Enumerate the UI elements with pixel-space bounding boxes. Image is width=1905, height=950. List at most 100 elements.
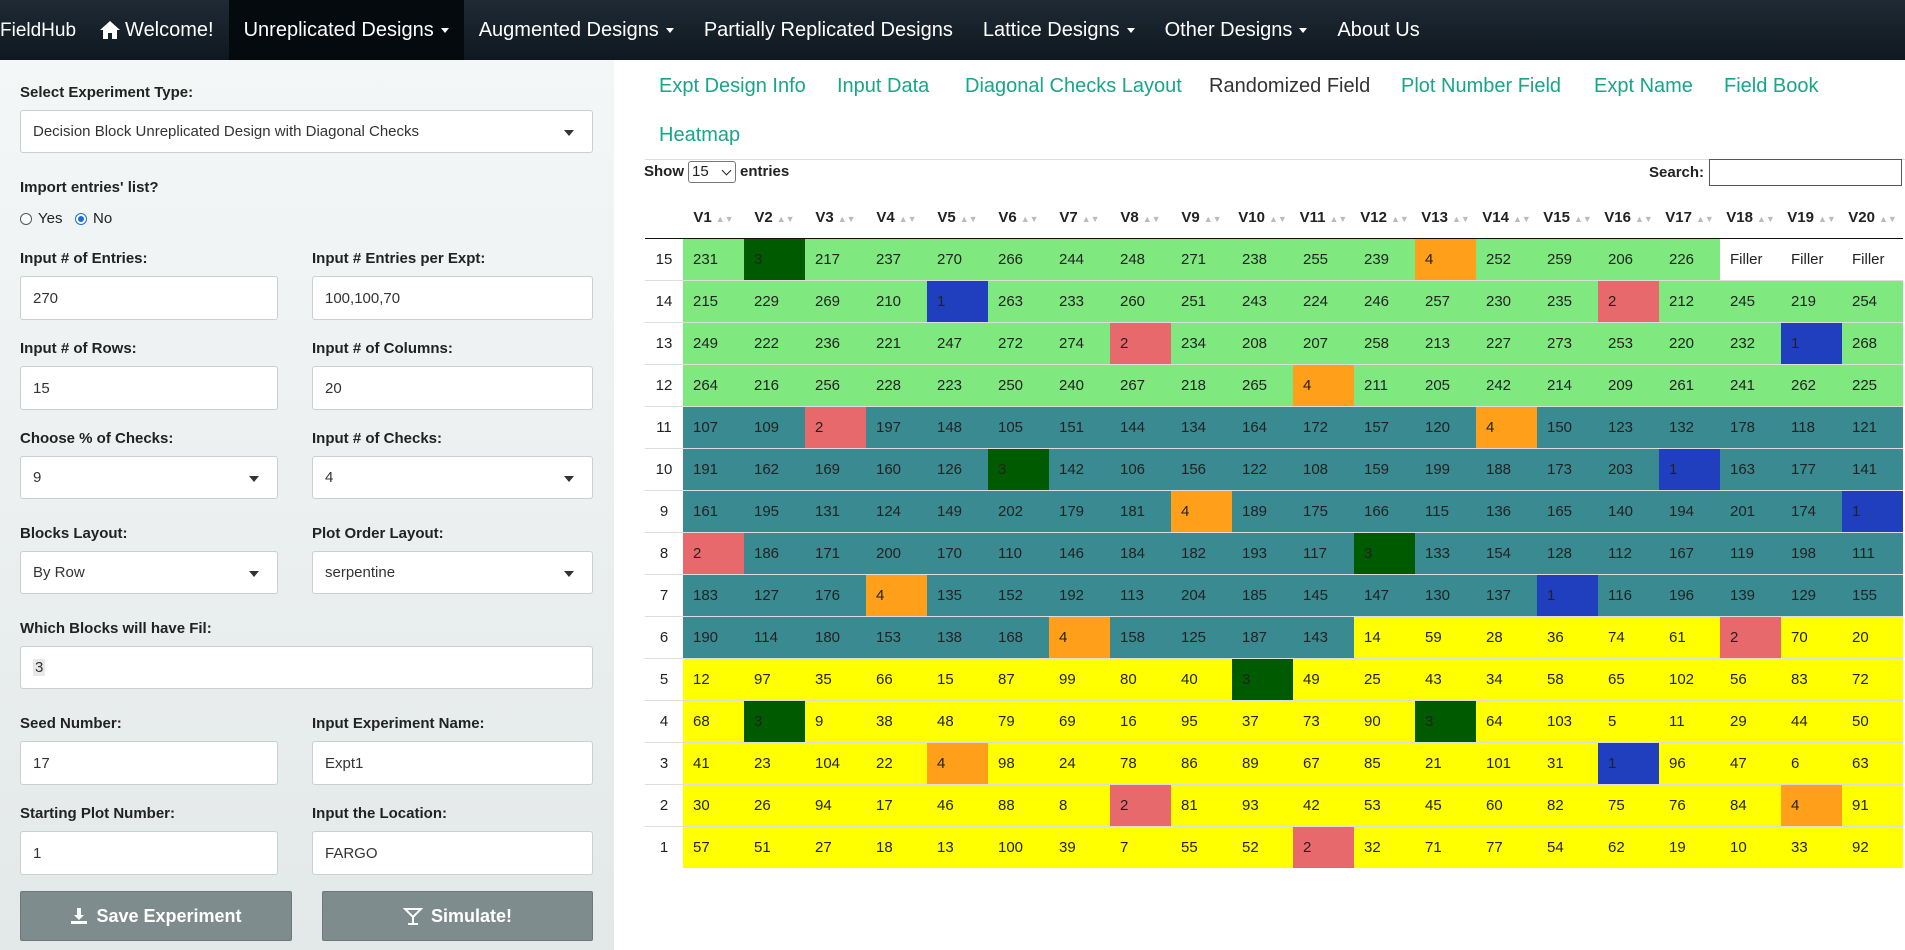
table-cell[interactable]: 237 [866,238,927,281]
table-cell[interactable]: 185 [1232,574,1293,617]
table-cell[interactable]: 14 [1354,616,1415,659]
column-header-v14[interactable]: V14 ▲▼ [1476,196,1537,239]
columns-input[interactable]: 20 [312,366,593,410]
table-cell[interactable]: 229 [744,280,805,323]
table-cell[interactable]: 174 [1781,490,1842,533]
table-cell[interactable]: 199 [1415,448,1476,491]
table-cell[interactable]: 194 [1659,490,1720,533]
search-input[interactable] [1709,159,1902,186]
table-cell[interactable]: 219 [1781,280,1842,323]
table-cell[interactable]: 195 [744,490,805,533]
table-cell[interactable]: 167 [1659,532,1720,575]
table-cell[interactable]: 207 [1293,322,1354,365]
table-cell[interactable]: 29 [1720,700,1781,743]
table-cell[interactable]: 142 [1049,448,1110,491]
table-cell[interactable]: 189 [1232,490,1293,533]
table-cell[interactable]: 72 [1842,658,1903,701]
seed-input[interactable]: 17 [20,741,278,785]
table-cell[interactable]: 239 [1354,238,1415,281]
table-cell[interactable]: 73 [1293,700,1354,743]
table-cell[interactable]: 89 [1232,742,1293,785]
table-cell[interactable]: 91 [1842,784,1903,827]
table-cell[interactable]: 92 [1842,826,1903,868]
table-cell[interactable]: 45 [1415,784,1476,827]
table-cell[interactable]: 137 [1476,574,1537,617]
table-cell[interactable]: 261 [1659,364,1720,407]
table-cell[interactable]: 263 [988,280,1049,323]
table-cell[interactable]: 249 [683,322,744,365]
table-cell[interactable]: 28 [1476,616,1537,659]
table-cell[interactable]: 240 [1049,364,1110,407]
table-cell[interactable]: 4 [1049,616,1110,659]
table-cell[interactable]: 99 [1049,658,1110,701]
table-cell[interactable]: 169 [805,448,866,491]
column-header-v4[interactable]: V4 ▲▼ [866,196,927,239]
table-cell[interactable]: 41 [683,742,744,785]
table-cell[interactable]: 256 [805,364,866,407]
table-cell[interactable]: 21 [1415,742,1476,785]
tab-heatmap[interactable]: Heatmap [659,124,740,147]
table-cell[interactable]: 64 [1476,700,1537,743]
table-cell[interactable]: 79 [988,700,1049,743]
experiment-type-select[interactable]: Decision Block Unreplicated Design with … [20,110,593,153]
table-cell[interactable]: 2 [1110,322,1171,365]
table-cell[interactable]: 134 [1171,406,1232,449]
table-cell[interactable]: 94 [805,784,866,827]
table-cell[interactable]: 2 [1110,784,1171,827]
table-cell[interactable]: 213 [1415,322,1476,365]
tab-input-data[interactable]: Input Data [837,75,929,98]
table-cell[interactable]: 59 [1415,616,1476,659]
table-cell[interactable]: 267 [1110,364,1171,407]
table-cell[interactable]: 238 [1232,238,1293,281]
table-cell[interactable]: 110 [988,532,1049,575]
table-cell[interactable]: 138 [927,616,988,659]
table-cell[interactable]: 81 [1171,784,1232,827]
table-cell[interactable]: 20 [1842,616,1903,659]
table-cell[interactable]: 163 [1720,448,1781,491]
table-cell[interactable]: 85 [1354,742,1415,785]
table-cell[interactable]: 247 [927,322,988,365]
table-cell[interactable]: 117 [1293,532,1354,575]
blocks-layout-select[interactable]: By Row [20,551,278,594]
table-cell[interactable]: 244 [1049,238,1110,281]
table-cell[interactable]: 179 [1049,490,1110,533]
column-header-v20[interactable]: V20 ▲▼ [1842,196,1903,239]
table-cell[interactable]: 223 [927,364,988,407]
table-cell[interactable]: 204 [1171,574,1232,617]
table-cell[interactable]: 2 [805,406,866,449]
table-cell[interactable]: 67 [1293,742,1354,785]
table-cell[interactable]: 162 [744,448,805,491]
table-cell[interactable]: 49 [1293,658,1354,701]
column-header-v17[interactable]: V17 ▲▼ [1659,196,1720,239]
table-cell[interactable]: 4 [866,574,927,617]
table-cell[interactable]: 38 [866,700,927,743]
table-cell[interactable]: 98 [988,742,1049,785]
table-cell[interactable]: 127 [744,574,805,617]
table-cell[interactable]: 5 [1598,700,1659,743]
table-cell[interactable]: 205 [1415,364,1476,407]
table-cell[interactable]: 133 [1415,532,1476,575]
table-cell[interactable]: 168 [988,616,1049,659]
table-cell[interactable]: 270 [927,238,988,281]
table-cell[interactable]: 235 [1537,280,1598,323]
table-cell[interactable]: 123 [1598,406,1659,449]
table-cell[interactable]: 173 [1537,448,1598,491]
table-cell[interactable]: 183 [683,574,744,617]
table-cell[interactable]: 255 [1293,238,1354,281]
table-cell[interactable]: 210 [866,280,927,323]
nav-augmented-designs[interactable]: Augmented Designs [464,0,689,60]
table-cell[interactable]: 191 [683,448,744,491]
table-cell[interactable]: 145 [1293,574,1354,617]
table-cell[interactable]: 1 [1659,448,1720,491]
table-cell[interactable]: 193 [1232,532,1293,575]
tab-plot-number-field[interactable]: Plot Number Field [1401,75,1561,98]
table-cell[interactable]: 69 [1049,700,1110,743]
table-cell[interactable]: 62 [1598,826,1659,868]
table-cell[interactable]: 32 [1354,826,1415,868]
expt-name-input[interactable]: Expt1 [312,741,593,785]
table-cell[interactable]: 192 [1049,574,1110,617]
column-header-v18[interactable]: V18 ▲▼ [1720,196,1781,239]
table-cell[interactable]: 17 [866,784,927,827]
column-header-v6[interactable]: V6 ▲▼ [988,196,1049,239]
table-cell[interactable]: 1 [1537,574,1598,617]
